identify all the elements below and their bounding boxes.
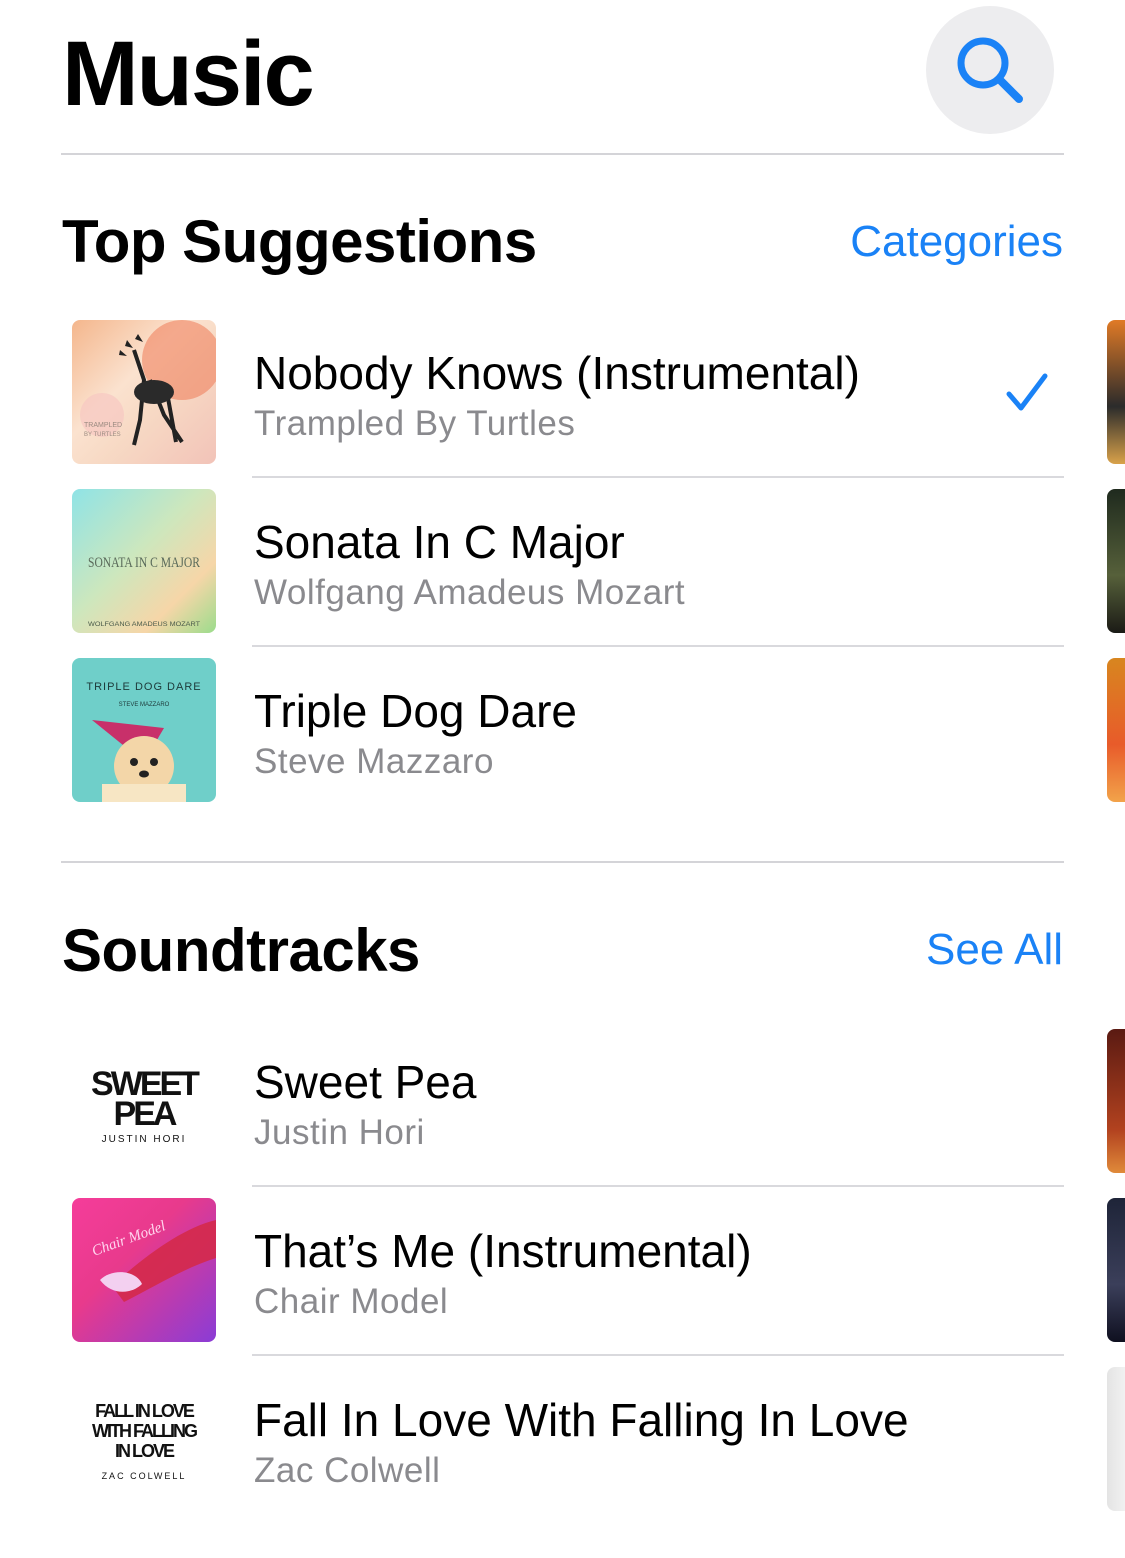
art-text: ZAC COLWELL	[102, 1471, 187, 1481]
album-art: SWEET PEA JUSTIN HORI	[72, 1029, 216, 1173]
row-divider	[252, 476, 1064, 478]
song-title: Sonata In C Major	[254, 516, 625, 568]
list-item[interactable]: SWEET PEA JUSTIN HORI Sweet Pea Justin H…	[72, 1029, 1072, 1198]
art-text: STEVE MAZZARO	[119, 702, 170, 708]
row-divider	[252, 645, 1064, 647]
artist-name: Wolfgang Amadeus Mozart	[254, 573, 686, 612]
list-item[interactable]: SONATA IN C MAJOR WOLFGANG AMADEUS MOZAR…	[72, 489, 1072, 658]
section-title-soundtracks: Soundtracks	[62, 917, 420, 984]
album-art: TRIPLE DOG DARE STEVE MAZZARO	[72, 658, 216, 802]
next-column-art-peek	[1107, 1029, 1125, 1173]
deer-art-icon: TRAMPLED BY TURTLES	[80, 320, 216, 446]
search-icon	[957, 37, 1023, 103]
section-divider	[61, 861, 1064, 863]
art-text: TRIPLE DOG DARE	[86, 681, 201, 693]
header: Music	[62, 6, 1062, 138]
song-title: Fall In Love With Falling In Love	[254, 1394, 909, 1446]
album-art: TRAMPLED BY TURTLES	[72, 320, 216, 464]
song-title: Sweet Pea	[254, 1056, 477, 1108]
artist-name: Trampled By Turtles	[254, 404, 576, 443]
next-column-art-peek	[1107, 320, 1125, 464]
checkmark-icon	[1006, 373, 1048, 411]
song-title: Nobody Knows (Instrumental)	[254, 347, 860, 399]
row-divider	[252, 1354, 1064, 1356]
art-text: TRAMPLED	[84, 422, 122, 429]
art-text: IN LOVE	[115, 1441, 175, 1461]
page-title: Music	[62, 23, 315, 125]
art-text: PEA	[114, 1095, 177, 1133]
song-title: Triple Dog Dare	[254, 685, 577, 737]
art-text: SONATA IN C MAJOR	[88, 555, 200, 571]
art-text: BY TURTLES	[84, 432, 121, 438]
next-column-art-peek	[1107, 658, 1125, 802]
art-text: WOLFGANG AMADEUS MOZART	[88, 622, 200, 628]
list-item[interactable]: TRIPLE DOG DARE STEVE MAZZARO Triple Dog…	[72, 658, 1072, 827]
section-title-top-suggestions: Top Suggestions	[62, 208, 537, 275]
search-button[interactable]	[926, 6, 1054, 134]
next-column-art-peek	[1107, 1367, 1125, 1511]
album-art: FALL IN LOVE WITH FALLING IN LOVE ZAC CO…	[72, 1367, 216, 1511]
see-all-link[interactable]: See All	[926, 928, 1063, 972]
album-art: Chair Model	[72, 1198, 216, 1342]
list-item[interactable]: Chair Model That’s Me (Instrumental) Cha…	[72, 1198, 1072, 1367]
list-item[interactable]: FALL IN LOVE WITH FALLING IN LOVE ZAC CO…	[72, 1367, 1072, 1536]
row-divider	[252, 1185, 1064, 1187]
header-divider	[61, 153, 1064, 155]
art-text: FALL IN LOVE	[95, 1401, 195, 1421]
artist-name: Chair Model	[254, 1282, 449, 1321]
artist-name: Justin Hori	[254, 1113, 425, 1152]
song-title: That’s Me (Instrumental)	[254, 1225, 752, 1277]
next-column-art-peek	[1107, 1198, 1125, 1342]
album-art: SONATA IN C MAJOR WOLFGANG AMADEUS MOZAR…	[72, 489, 216, 633]
next-column-art-peek	[1107, 489, 1125, 633]
list-item[interactable]: TRAMPLED BY TURTLES Nobody Knows (Instru…	[72, 320, 1072, 489]
artist-name: Zac Colwell	[254, 1451, 441, 1490]
artist-name: Steve Mazzaro	[254, 742, 494, 781]
art-text: JUSTIN HORI	[102, 1134, 187, 1145]
categories-link[interactable]: Categories	[850, 220, 1063, 264]
art-text: WITH FALLING	[92, 1421, 197, 1441]
